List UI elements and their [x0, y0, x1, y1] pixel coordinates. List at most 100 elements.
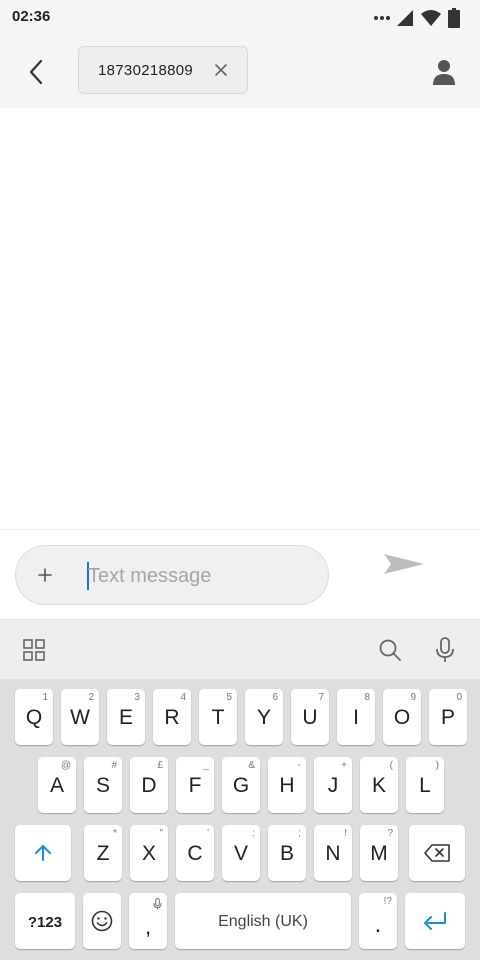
compose-field[interactable]: [15, 545, 329, 605]
backspace-icon: [424, 844, 450, 862]
conversation-header: 18730218809: [0, 36, 480, 108]
key-hint: 4: [180, 692, 186, 703]
key-label: A: [49, 774, 64, 797]
key-label: M: [370, 842, 388, 865]
key-r[interactable]: 4R: [153, 689, 191, 745]
search-icon: [379, 639, 401, 661]
key-label: P: [440, 706, 455, 729]
key-c[interactable]: ' C: [176, 825, 214, 881]
more-dots-icon: [374, 15, 390, 21]
comma-key-label: ,: [144, 914, 152, 939]
key-d[interactable]: £ D: [130, 757, 168, 813]
microphone-icon: [153, 898, 162, 910]
key-label: B: [279, 842, 294, 865]
keyboard-apps-button[interactable]: [16, 634, 52, 666]
emoji-key[interactable]: [83, 893, 121, 949]
enter-key[interactable]: [405, 893, 465, 949]
symbols-key[interactable]: ?123: [15, 893, 75, 949]
enter-arrow-icon: [424, 912, 446, 930]
key-hint: ;: [298, 828, 301, 839]
key-hint: 6: [272, 692, 278, 703]
key-h[interactable]: -H: [268, 757, 306, 813]
key-hint: 2: [88, 692, 94, 703]
key-p[interactable]: 0P: [429, 689, 467, 745]
recipient-number: 18730218809: [98, 61, 194, 79]
soft-keyboard: 1 Q 2 W 3 E 4 R 5 T 6 Y 7 U 8 I 9 O 0 P @ A # S £ D _ F & G - H + J(K) L * Z…: [0, 679, 480, 960]
key-label: X: [141, 842, 156, 865]
key-hint: (: [389, 760, 393, 771]
symbols-key-label: ?123: [27, 913, 63, 931]
key-hint: 3: [134, 692, 140, 703]
key-g[interactable]: & G: [222, 757, 260, 813]
key-s[interactable]: # S: [84, 757, 122, 813]
key-i[interactable]: 8I: [337, 689, 375, 745]
message-list[interactable]: [0, 108, 480, 529]
key-hint: #: [111, 760, 117, 771]
key-hint: ": [159, 828, 163, 839]
key-f[interactable]: _ F: [176, 757, 214, 813]
shift-arrow-icon: [35, 845, 51, 861]
key-e[interactable]: 3E: [107, 689, 145, 745]
key-label: R: [164, 706, 180, 729]
keyboard-search-button[interactable]: [372, 634, 408, 666]
status-icons: [374, 7, 460, 29]
key-y[interactable]: 6Y: [245, 689, 283, 745]
key-label: H: [279, 774, 295, 797]
message-input[interactable]: [88, 562, 308, 590]
key-hint: 9: [410, 692, 416, 703]
key-m[interactable]: ? M: [360, 825, 398, 881]
space-key[interactable]: English (UK): [175, 893, 351, 949]
key-j[interactable]: + J: [314, 757, 352, 813]
status-time: 02:36: [12, 8, 51, 25]
key-l[interactable]: ) L: [406, 757, 444, 813]
status-bar: 02:36: [0, 0, 480, 36]
key-t[interactable]: 5T: [199, 689, 237, 745]
period-key-hint: !?: [383, 896, 392, 907]
key-n[interactable]: ! N: [314, 825, 352, 881]
key-u[interactable]: 7U: [291, 689, 329, 745]
key-label: I: [353, 706, 359, 729]
attach-button[interactable]: [32, 562, 58, 588]
key-hint: 8: [364, 692, 370, 703]
key-label: W: [70, 706, 90, 729]
wifi-icon: [420, 9, 442, 27]
key-b[interactable]: ; B: [268, 825, 306, 881]
key-k[interactable]: (K: [360, 757, 398, 813]
recipient-chip[interactable]: 18730218809: [78, 46, 248, 94]
key-label: T: [211, 706, 225, 729]
comma-key[interactable]: ,: [129, 893, 167, 949]
send-button[interactable]: [374, 544, 434, 584]
key-label: N: [325, 842, 341, 865]
key-label: F: [188, 774, 202, 797]
voice-input-button[interactable]: [427, 634, 463, 666]
contact-button[interactable]: [422, 52, 466, 92]
person-icon: [433, 60, 455, 85]
key-w[interactable]: 2W: [61, 689, 99, 745]
close-icon: [215, 64, 227, 76]
send-icon: [384, 554, 424, 574]
key-z[interactable]: * Z: [84, 825, 122, 881]
period-key[interactable]: !? .: [359, 893, 397, 949]
remove-recipient-button[interactable]: [213, 62, 229, 78]
key-hint: *: [113, 828, 117, 839]
key-label: Q: [25, 706, 43, 729]
key-hint: &: [248, 760, 255, 771]
space-key-label: English (UK): [218, 913, 308, 930]
key-hint: ?: [387, 828, 393, 839]
shift-key[interactable]: [15, 825, 71, 881]
key-q[interactable]: 1Q: [15, 689, 53, 745]
back-button[interactable]: [14, 50, 58, 94]
key-label: O: [393, 706, 411, 729]
key-hint: £: [157, 760, 163, 771]
key-o[interactable]: 9O: [383, 689, 421, 745]
key-a[interactable]: @ A: [38, 757, 76, 813]
key-hint: ): [435, 760, 439, 771]
key-v[interactable]: :V: [222, 825, 260, 881]
period-key-label: .: [374, 911, 382, 938]
backspace-key[interactable]: [409, 825, 465, 881]
key-hint: @: [60, 760, 71, 771]
key-x[interactable]: " X: [130, 825, 168, 881]
keyboard-toolbar: [0, 619, 480, 679]
plus-icon: [38, 568, 52, 582]
key-hint: _: [203, 760, 209, 771]
